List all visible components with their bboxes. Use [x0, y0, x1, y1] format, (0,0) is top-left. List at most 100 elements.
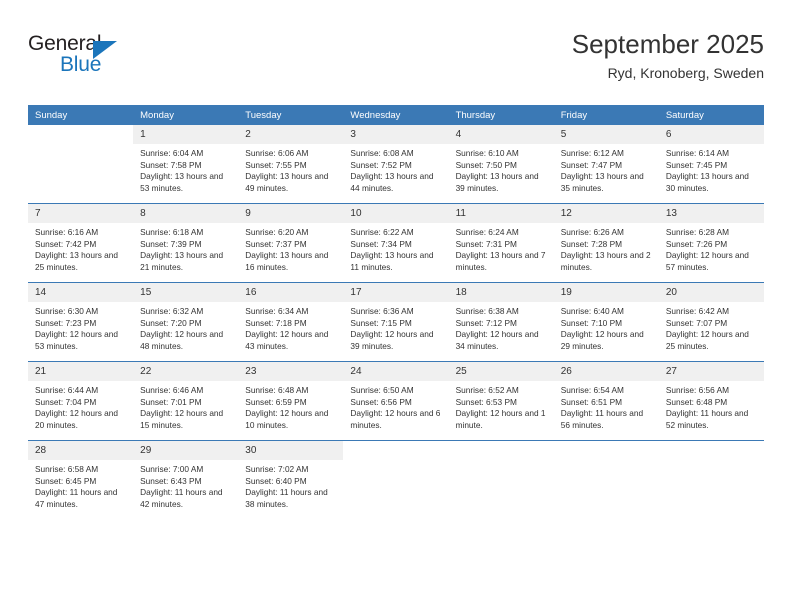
day-details: Sunrise: 6:12 AM Sunset: 7:47 PM Daylight:… [554, 144, 659, 194]
sunset-text: Sunset: 6:53 PM [455, 396, 517, 407]
calendar-day-cell[interactable]: 22 Sunrise: 6:46 AM Sunset: 7:01 PM Dayligh… [133, 361, 239, 441]
day-details: Sunrise: 6:08 AM Sunset: 7:52 PM Daylight:… [343, 144, 448, 194]
sunrise-text: Sunrise: 6:36 AM [350, 306, 414, 316]
day-number: 17 [343, 283, 449, 302]
calendar-empty-cell [343, 440, 449, 519]
sunrise-text: Sunrise: 6:46 AM [140, 385, 204, 395]
calendar-week-row: 28 Sunrise: 6:58 AM Sunset: 6:45 PM Dayligh… [28, 440, 764, 519]
day-details: Sunrise: 7:00 AM Sunset: 6:43 PM Daylight:… [133, 460, 238, 510]
day-details: Sunrise: 6:24 AM Sunset: 7:31 PM Daylight:… [449, 223, 554, 273]
calendar-day-cell[interactable]: 8 Sunrise: 6:18 AM Sunset: 7:39 PM Daylight… [133, 203, 239, 283]
day-number: 11 [448, 204, 554, 223]
calendar-day-cell[interactable]: 19 Sunrise: 6:40 AM Sunset: 7:10 PM Dayligh… [553, 282, 659, 362]
calendar-week-row: 1 Sunrise: 6:04 AM Sunset: 7:58 PM Daylight… [28, 125, 764, 204]
sunset-text: Sunset: 7:31 PM [455, 238, 517, 249]
calendar-day-cell[interactable]: 24 Sunrise: 6:50 AM Sunset: 6:56 PM Dayligh… [343, 361, 449, 441]
calendar-day-cell[interactable]: 18 Sunrise: 6:38 AM Sunset: 7:12 PM Dayligh… [448, 282, 554, 362]
sunrise-text: Sunrise: 6:34 AM [245, 306, 309, 316]
calendar-day-cell[interactable]: 25 Sunrise: 6:52 AM Sunset: 6:53 PM Dayligh… [448, 361, 554, 441]
calendar-day-cell[interactable]: 17 Sunrise: 6:36 AM Sunset: 7:15 PM Dayligh… [343, 282, 449, 362]
calendar-day-cell[interactable]: 27 Sunrise: 6:56 AM Sunset: 6:48 PM Dayligh… [658, 361, 764, 441]
day-number: 2 [238, 125, 344, 144]
calendar-day-cell[interactable]: 11 Sunrise: 6:24 AM Sunset: 7:31 PM Dayligh… [448, 203, 554, 283]
sunrise-text: Sunrise: 6:12 AM [560, 148, 624, 158]
sunrise-text: Sunrise: 6:56 AM [665, 385, 730, 395]
general-blue-logo[interactable]: General Blue [28, 32, 148, 82]
day-number: 20 [658, 283, 764, 302]
day-number: 1 [133, 125, 239, 144]
day-details: Sunrise: 6:32 AM Sunset: 7:20 PM Daylight:… [133, 302, 238, 352]
sunset-text: Sunset: 6:48 PM [665, 396, 728, 407]
calendar-day-cell[interactable]: 3 Sunrise: 6:08 AM Sunset: 7:52 PM Daylight… [343, 125, 449, 204]
calendar-day-cell[interactable]: 26 Sunrise: 6:54 AM Sunset: 6:51 PM Dayligh… [553, 361, 659, 441]
calendar-day-cell[interactable]: 6 Sunrise: 6:14 AM Sunset: 7:45 PM Daylight… [658, 125, 764, 204]
day-number: 3 [343, 125, 449, 144]
calendar-day-cell[interactable]: 14 Sunrise: 6:30 AM Sunset: 7:23 PM Dayligh… [28, 282, 134, 362]
day-details: Sunrise: 6:30 AM Sunset: 7:23 PM Daylight:… [28, 302, 133, 352]
calendar-day-cell[interactable]: 13 Sunrise: 6:28 AM Sunset: 7:26 PM Dayligh… [658, 203, 764, 283]
calendar-day-cell[interactable]: 28 Sunrise: 6:58 AM Sunset: 6:45 PM Dayligh… [28, 440, 134, 519]
weekday-header-wednesday: Wednesday [343, 105, 449, 125]
calendar-day-cell[interactable]: 10 Sunrise: 6:22 AM Sunset: 7:34 PM Dayligh… [343, 203, 449, 283]
page-header: General Blue September 2025 Ryd, Kronobe… [28, 28, 764, 90]
day-number: 23 [238, 362, 344, 381]
day-details: Sunrise: 6:16 AM Sunset: 7:42 PM Daylight:… [28, 223, 133, 273]
daylight-text: Daylight: 13 hours and 53 minutes. [140, 171, 224, 193]
day-details: Sunrise: 6:58 AM Sunset: 6:45 PM Daylight:… [28, 460, 133, 510]
calendar-day-cell[interactable]: 7 Sunrise: 6:16 AM Sunset: 7:42 PM Daylight… [28, 203, 134, 283]
daylight-text: Daylight: 13 hours and 35 minutes. [560, 171, 644, 193]
day-details: Sunrise: 6:42 AM Sunset: 7:07 PM Daylight:… [659, 302, 764, 352]
sunrise-text: Sunrise: 7:02 AM [245, 464, 309, 474]
calendar-day-cell[interactable]: 23 Sunrise: 6:48 AM Sunset: 6:59 PM Dayligh… [238, 361, 344, 441]
calendar-day-cell[interactable]: 30 Sunrise: 7:02 AM Sunset: 6:40 PM Dayligh… [238, 440, 344, 519]
sunset-text: Sunset: 7:28 PM [560, 238, 623, 249]
calendar-day-cell[interactable]: 15 Sunrise: 6:32 AM Sunset: 7:20 PM Dayligh… [133, 282, 239, 362]
day-details: Sunrise: 6:22 AM Sunset: 7:34 PM Daylight:… [343, 223, 448, 273]
calendar-day-cell[interactable]: 12 Sunrise: 6:26 AM Sunset: 7:28 PM Dayligh… [553, 203, 659, 283]
day-number: 15 [133, 283, 239, 302]
sunset-text: Sunset: 6:51 PM [560, 396, 623, 407]
day-number: 10 [343, 204, 449, 223]
sunrise-text: Sunrise: 6:30 AM [35, 306, 99, 316]
daylight-text: Daylight: 12 hours and 48 minutes. [140, 329, 224, 351]
day-details: Sunrise: 6:40 AM Sunset: 7:10 PM Daylight:… [554, 302, 659, 352]
sunset-text: Sunset: 7:01 PM [140, 396, 202, 407]
day-details: Sunrise: 6:28 AM Sunset: 7:26 PM Daylight:… [659, 223, 764, 273]
calendar-day-cell[interactable]: 4 Sunrise: 6:10 AM Sunset: 7:50 PM Daylight… [448, 125, 554, 204]
sunset-text: Sunset: 7:50 PM [455, 159, 517, 170]
daylight-text: Daylight: 13 hours and 44 minutes. [350, 171, 434, 193]
calendar-day-cell[interactable]: 16 Sunrise: 6:34 AM Sunset: 7:18 PM Dayligh… [238, 282, 344, 362]
day-number: 29 [133, 441, 239, 460]
calendar-day-cell[interactable]: 9 Sunrise: 6:20 AM Sunset: 7:37 PM Daylight… [238, 203, 344, 283]
sunrise-text: Sunrise: 6:04 AM [140, 148, 204, 158]
calendar-day-cell[interactable]: 1 Sunrise: 6:04 AM Sunset: 7:58 PM Daylight… [133, 125, 239, 204]
daylight-text: Daylight: 11 hours and 47 minutes. [35, 487, 118, 509]
daylight-text: Daylight: 12 hours and 29 minutes. [560, 329, 644, 351]
sunrise-text: Sunrise: 6:08 AM [350, 148, 414, 158]
calendar-day-cell[interactable]: 21 Sunrise: 6:44 AM Sunset: 7:04 PM Dayligh… [28, 361, 134, 441]
day-details: Sunrise: 6:50 AM Sunset: 6:56 PM Daylight:… [343, 381, 448, 431]
calendar-day-cell[interactable]: 5 Sunrise: 6:12 AM Sunset: 7:47 PM Daylight… [553, 125, 659, 204]
calendar-empty-cell [28, 125, 134, 204]
calendar-day-cell[interactable]: 20 Sunrise: 6:42 AM Sunset: 7:07 PM Dayligh… [658, 282, 764, 362]
calendar-body: 1 Sunrise: 6:04 AM Sunset: 7:58 PM Daylight… [28, 125, 764, 519]
sunrise-text: Sunrise: 6:26 AM [560, 227, 624, 237]
sunrise-text: Sunrise: 6:42 AM [665, 306, 730, 316]
day-number: 18 [448, 283, 554, 302]
day-number: 12 [553, 204, 659, 223]
sunrise-text: Sunrise: 6:18 AM [140, 227, 204, 237]
calendar-day-cell[interactable]: 2 Sunrise: 6:06 AM Sunset: 7:55 PM Daylight… [238, 125, 344, 204]
daylight-text: Daylight: 12 hours and 39 minutes. [350, 329, 434, 351]
sunrise-text: Sunrise: 6:22 AM [350, 227, 414, 237]
sunset-text: Sunset: 7:37 PM [245, 238, 307, 249]
weekday-header-monday: Monday [133, 105, 239, 125]
day-number: 24 [343, 362, 449, 381]
calendar-day-cell[interactable]: 29 Sunrise: 7:00 AM Sunset: 6:43 PM Dayligh… [133, 440, 239, 519]
day-number [448, 441, 554, 460]
calendar-table: Sunday Monday Tuesday Wednesday Thursday… [28, 105, 764, 519]
daylight-text: Daylight: 13 hours and 2 minutes. [560, 250, 651, 272]
day-number [28, 125, 134, 144]
sunrise-text: Sunrise: 6:32 AM [140, 306, 204, 316]
sunrise-text: Sunrise: 6:50 AM [350, 385, 414, 395]
weekday-header-saturday: Saturday [658, 105, 764, 125]
